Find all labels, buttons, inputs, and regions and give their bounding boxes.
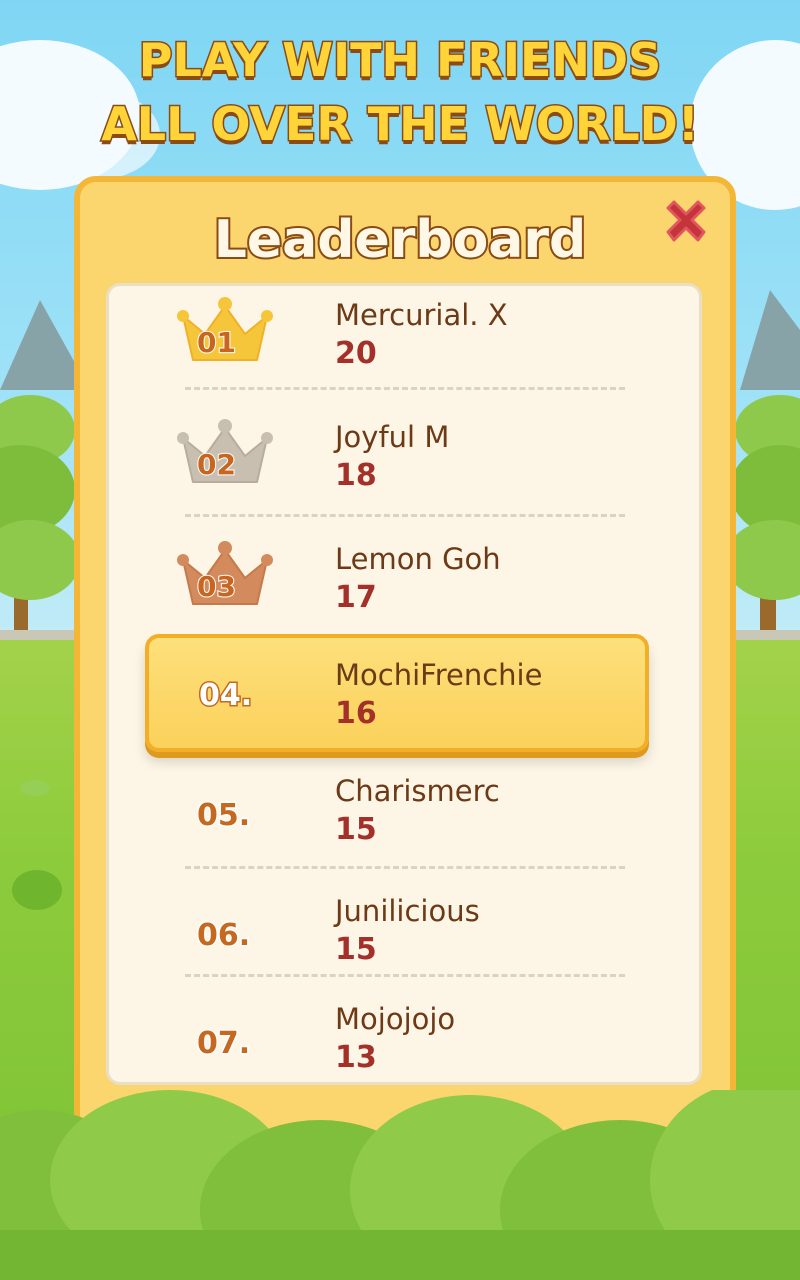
- player-score: 18: [335, 458, 377, 493]
- rank-number: 04.: [197, 677, 253, 715]
- player-name: Joyful M: [335, 420, 450, 454]
- rank-number: 03: [196, 569, 237, 604]
- row-divider: [185, 514, 625, 517]
- player-score: 13: [335, 1040, 377, 1075]
- row-divider: [185, 974, 625, 977]
- rank-number: 01: [196, 325, 237, 360]
- close-button[interactable]: [660, 196, 712, 248]
- leaderboard-row: 01 Mercurial. X 20: [109, 286, 699, 402]
- player-name: Charismerc: [335, 774, 500, 808]
- player-score: 15: [335, 812, 377, 847]
- foreground-bushes: [0, 1090, 800, 1280]
- player-score: 15: [335, 932, 377, 967]
- player-name: Lemon Goh: [335, 542, 501, 576]
- player-name: Junilicious: [335, 894, 480, 928]
- player-score: 20: [335, 336, 377, 371]
- leaderboard-row: 03 Lemon Goh 17: [109, 530, 699, 646]
- leaderboard-row: 02 Joyful M 18: [109, 408, 699, 524]
- rank-number: 02: [196, 447, 237, 482]
- close-x-icon: [666, 200, 706, 242]
- rank-number: 05.: [195, 797, 251, 835]
- player-name: Mojojojo: [335, 1002, 456, 1036]
- rank-number: 06.: [195, 917, 251, 955]
- player-score: 17: [335, 580, 377, 615]
- current-player-row[interactable]: 04. MochiFrenchie 16: [145, 634, 649, 752]
- rank-number: 07.: [195, 1025, 251, 1063]
- leaderboard-row: 07. Mojojojo 13: [109, 990, 699, 1082]
- player-name: Mercurial. X: [335, 298, 508, 332]
- player-score: 16: [335, 696, 377, 731]
- grass-tuft: [12, 870, 62, 910]
- headline-line-2: ALL OVER THE WORLD!: [100, 96, 701, 153]
- grass-tuft: [20, 780, 50, 796]
- player-name: MochiFrenchie: [335, 658, 543, 692]
- leaderboard-row: 05. Charismerc 15: [109, 762, 699, 878]
- leaderboard-row: 06. Junilicious 15: [109, 882, 699, 998]
- headline-line-1: PLAY WITH FRIENDS: [137, 32, 663, 89]
- row-divider: [185, 387, 625, 390]
- row-divider: [185, 866, 625, 869]
